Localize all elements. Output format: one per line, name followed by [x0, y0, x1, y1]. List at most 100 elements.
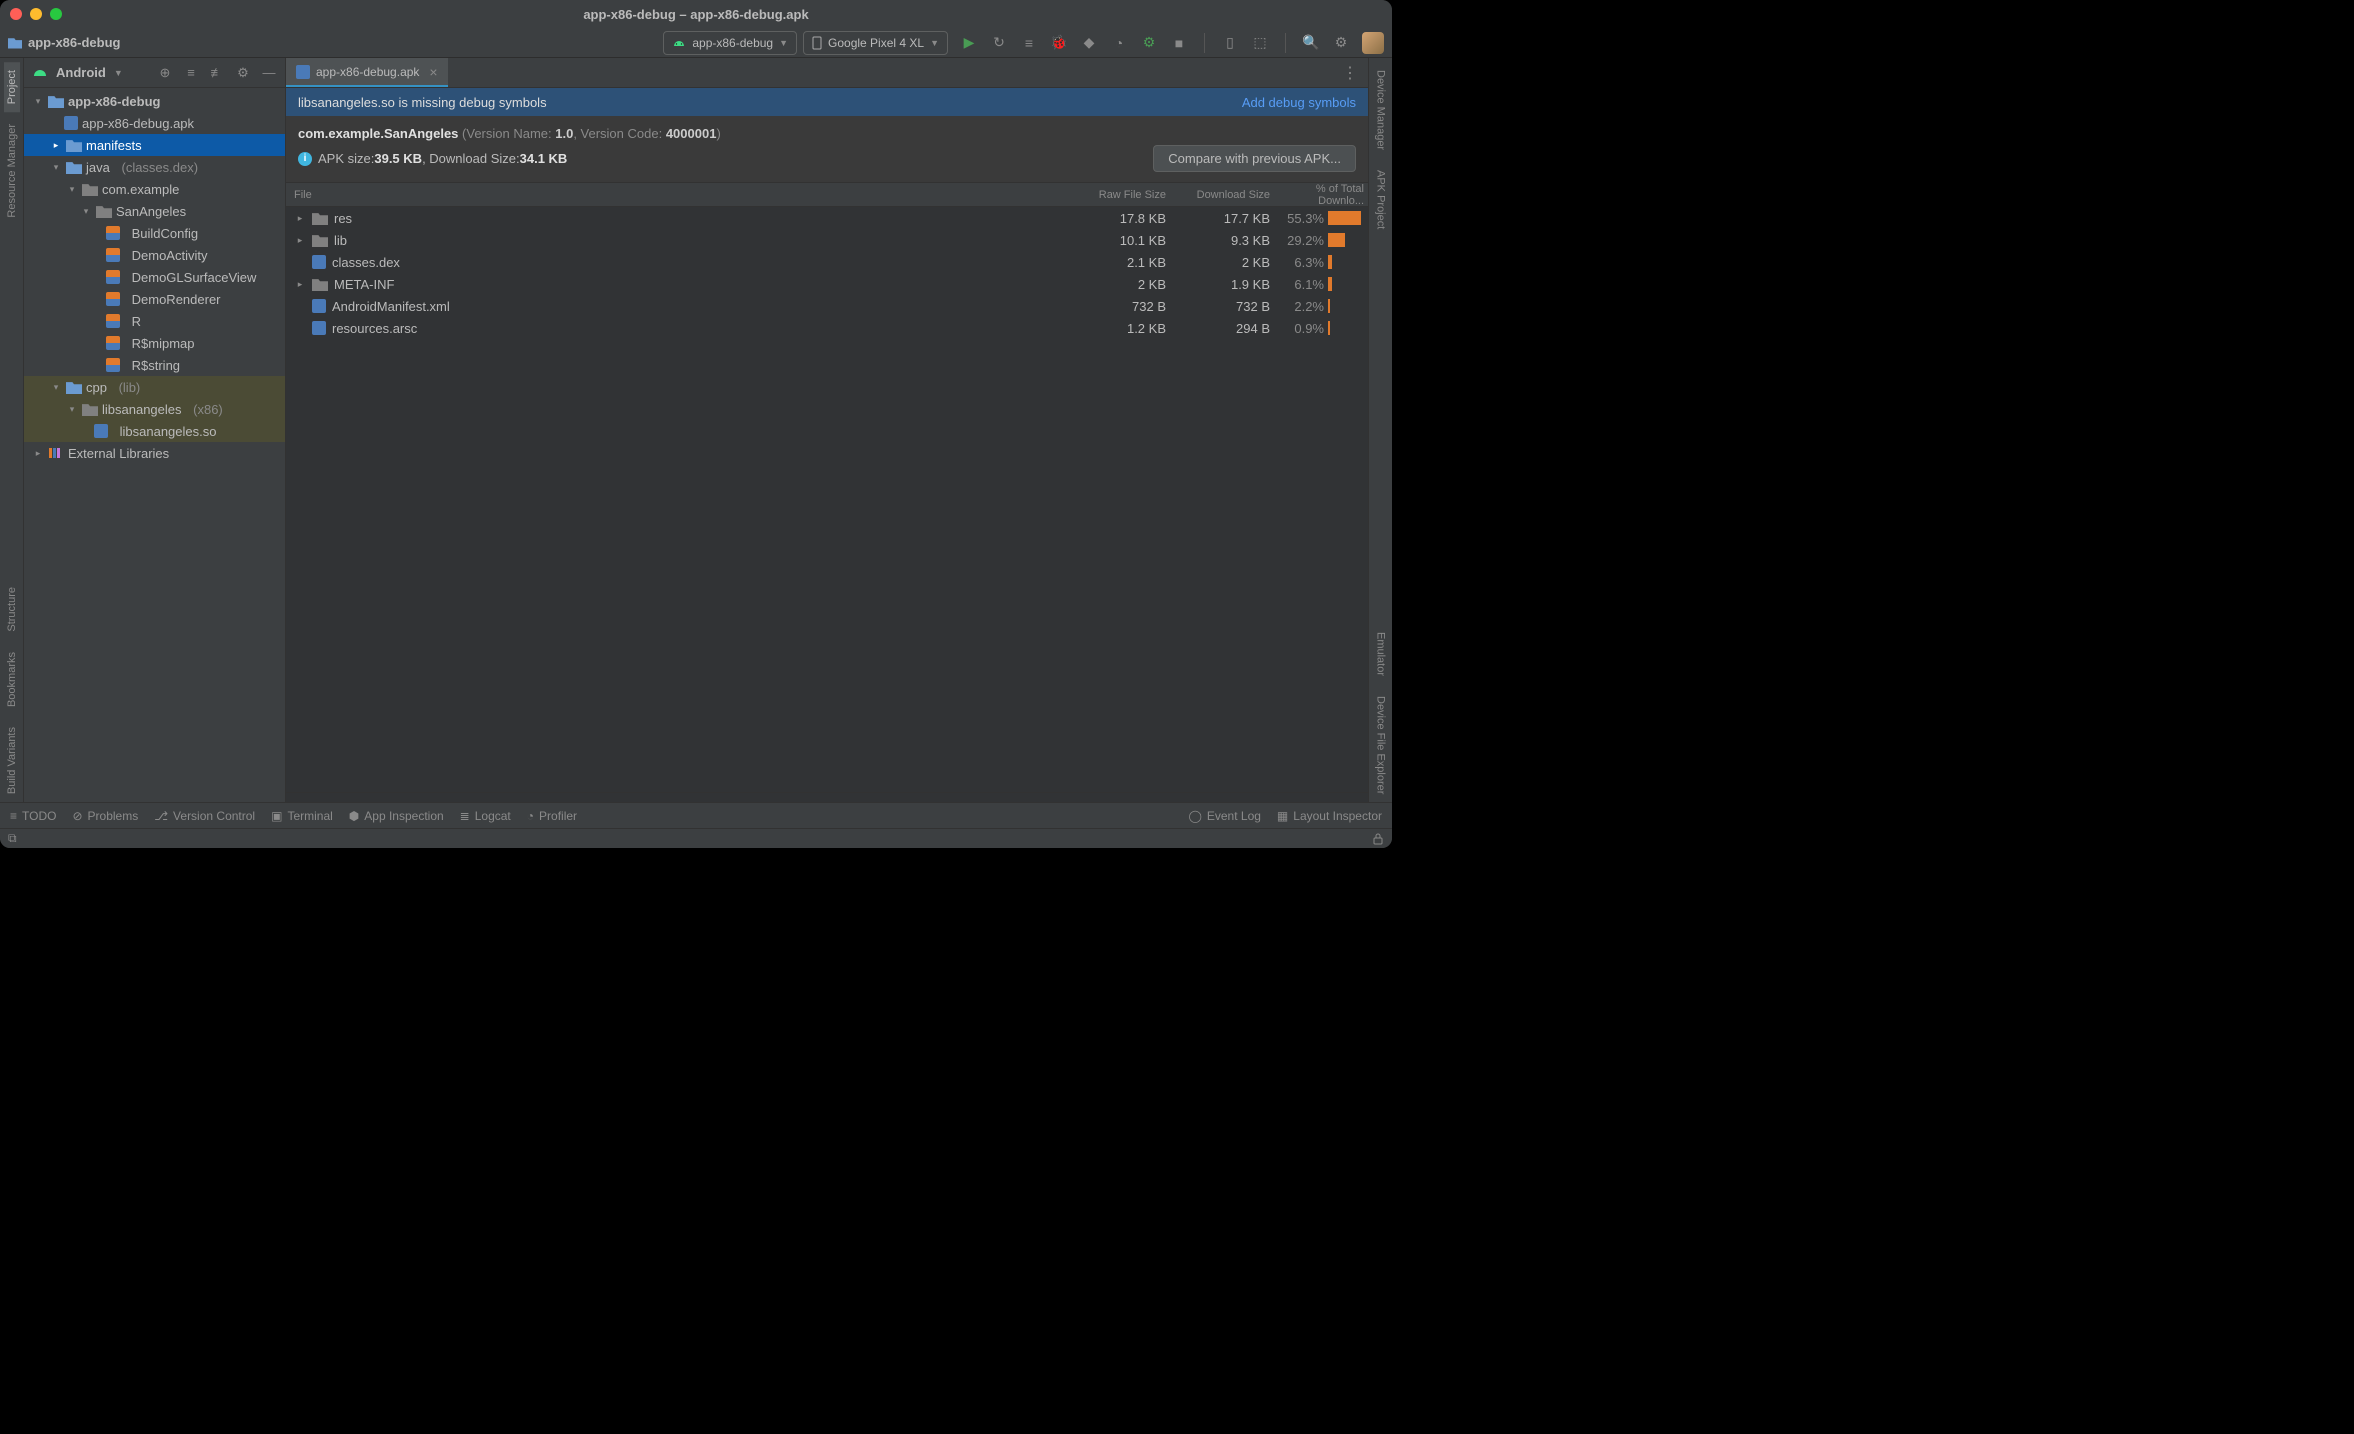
tree-apk[interactable]: app-x86-debug.apk: [24, 112, 285, 134]
resource-manager-tab[interactable]: Resource Manager: [4, 116, 20, 226]
raw-size: 1.2 KB: [1068, 321, 1178, 336]
status-window-icon[interactable]: ⧉: [8, 831, 17, 846]
tree-so-file[interactable]: libsanangeles.so: [24, 420, 285, 442]
tree-cpp[interactable]: ▾cpp (lib): [24, 376, 285, 398]
sync-icon[interactable]: ⬚: [1251, 34, 1269, 52]
table-row[interactable]: AndroidManifest.xml732 B732 B2.2%: [286, 295, 1368, 317]
tree-manifests[interactable]: ▸manifests: [24, 134, 285, 156]
download-size: 17.7 KB: [1178, 211, 1278, 226]
user-avatar[interactable]: [1362, 32, 1384, 54]
tree-root[interactable]: ▾app-x86-debug: [24, 90, 285, 112]
table-row[interactable]: resources.arsc1.2 KB294 B0.9%: [286, 317, 1368, 339]
debug-button[interactable]: 🐞: [1050, 34, 1068, 52]
percent-bar: [1328, 233, 1368, 247]
logcat-tab[interactable]: ≣ Logcat: [460, 809, 511, 823]
device-file-explorer-tab[interactable]: Device File Explorer: [1373, 688, 1389, 802]
chevron-down-icon[interactable]: ▼: [114, 68, 123, 78]
tree-class-folder[interactable]: ▾SanAngeles: [24, 200, 285, 222]
app-inspection-tab[interactable]: ⬢ App Inspection: [349, 809, 444, 823]
tree-class[interactable]: BuildConfig: [24, 222, 285, 244]
close-tab-icon[interactable]: ×: [429, 64, 437, 80]
device-combo[interactable]: Google Pixel 4 XL ▼: [803, 31, 948, 55]
rerun-button[interactable]: ↻: [990, 34, 1008, 52]
tab-menu-icon[interactable]: ⋮: [1332, 58, 1368, 87]
download-size: 2 KB: [1178, 255, 1278, 270]
expand-icon[interactable]: ▸: [294, 213, 306, 224]
percent: 6.1%: [1278, 277, 1328, 292]
table-row[interactable]: ▸lib10.1 KB9.3 KB29.2%: [286, 229, 1368, 251]
table-row[interactable]: ▸META-INF2 KB1.9 KB6.1%: [286, 273, 1368, 295]
breadcrumb[interactable]: app-x86-debug: [8, 35, 120, 50]
target-icon[interactable]: ⊕: [157, 65, 173, 81]
sidebar-mode[interactable]: Android: [56, 65, 106, 80]
table-row[interactable]: classes.dex2.1 KB2 KB6.3%: [286, 251, 1368, 273]
download-size: 1.9 KB: [1178, 277, 1278, 292]
tree-class[interactable]: R$string: [24, 354, 285, 376]
layout-inspector-tab[interactable]: ▦ Layout Inspector: [1277, 809, 1382, 823]
project-tree[interactable]: ▾app-x86-debug app-x86-debug.apk ▸manife…: [24, 88, 285, 802]
run-config-combo[interactable]: app-x86-debug ▼: [663, 31, 797, 55]
lock-icon[interactable]: [1372, 833, 1384, 845]
file-icon: [312, 321, 326, 335]
tree-class[interactable]: DemoRenderer: [24, 288, 285, 310]
add-debug-symbols-link[interactable]: Add debug symbols: [1242, 95, 1356, 110]
todo-tab[interactable]: ≡ TODO: [10, 809, 56, 823]
stop-button[interactable]: ■: [1170, 34, 1188, 52]
profiler-tab[interactable]: ◔ Profiler: [527, 809, 577, 823]
project-sidebar: Android ▼ ⊕ ≡ ≢ ⚙ — ▾app-x86-debug app-x…: [24, 58, 286, 802]
expand-icon[interactable]: ▸: [294, 235, 306, 246]
settings-icon[interactable]: ⚙: [1332, 34, 1350, 52]
editor-area: app-x86-debug.apk × ⋮ libsanangeles.so i…: [286, 58, 1368, 802]
hide-icon[interactable]: —: [261, 65, 277, 81]
collapse-icon[interactable]: ≢: [209, 65, 225, 81]
kotlin-file-icon: [106, 336, 120, 350]
tree-class[interactable]: R$mipmap: [24, 332, 285, 354]
file-name: res: [334, 211, 352, 226]
apk-contents-table: File Raw File Size Download Size % of To…: [286, 183, 1368, 792]
tree-class[interactable]: DemoActivity: [24, 244, 285, 266]
tree-class[interactable]: DemoGLSurfaceView: [24, 266, 285, 288]
project-tab[interactable]: Project: [4, 62, 20, 112]
device-manager-tab[interactable]: Device Manager: [1373, 62, 1389, 158]
col-percent[interactable]: % of Total Downlo...: [1278, 183, 1368, 207]
kotlin-file-icon: [106, 358, 120, 372]
breadcrumb-label: app-x86-debug: [28, 35, 120, 50]
version-control-tab[interactable]: ⎇ Version Control: [154, 809, 255, 823]
device-manager-icon[interactable]: ▯: [1221, 34, 1239, 52]
tree-lib[interactable]: ▾libsanangeles (x86): [24, 398, 285, 420]
run-button[interactable]: ▶: [960, 34, 978, 52]
tree-external-libs[interactable]: ▸External Libraries: [24, 442, 285, 464]
col-download-size[interactable]: Download Size: [1178, 189, 1278, 201]
problems-tab[interactable]: ⊘ Problems: [72, 809, 138, 823]
percent-bar: [1328, 277, 1368, 291]
compare-apk-button[interactable]: Compare with previous APK...: [1153, 145, 1356, 172]
profile-button[interactable]: ◔: [1110, 34, 1128, 52]
kotlin-file-icon: [106, 248, 120, 262]
tree-package[interactable]: ▾com.example: [24, 178, 285, 200]
terminal-tab[interactable]: ▣ Terminal: [271, 809, 333, 823]
build-variants-tab[interactable]: Build Variants: [4, 719, 20, 802]
gear-icon[interactable]: ⚙: [235, 65, 251, 81]
tree-java[interactable]: ▾java (classes.dex): [24, 156, 285, 178]
step-over-icon[interactable]: ≡: [1020, 34, 1038, 52]
table-row[interactable]: ▸res17.8 KB17.7 KB55.3%: [286, 207, 1368, 229]
folder-icon: [312, 211, 328, 225]
attach-debugger-button[interactable]: ⚙: [1140, 34, 1158, 52]
package-icon: [82, 182, 98, 196]
structure-tab[interactable]: Structure: [4, 579, 20, 640]
coverage-button[interactable]: ◆: [1080, 34, 1098, 52]
col-raw-size[interactable]: Raw File Size: [1068, 189, 1178, 201]
emulator-tab[interactable]: Emulator: [1373, 624, 1389, 684]
col-file[interactable]: File: [286, 189, 1068, 201]
search-icon[interactable]: 🔍: [1302, 34, 1320, 52]
expand-icon[interactable]: ≡: [183, 65, 199, 81]
bookmarks-tab[interactable]: Bookmarks: [4, 644, 20, 715]
event-log-tab[interactable]: ◯ Event Log: [1188, 809, 1260, 823]
tree-class[interactable]: R: [24, 310, 285, 332]
apk-project-tab[interactable]: APK Project: [1373, 162, 1389, 237]
expand-icon[interactable]: ▸: [294, 279, 306, 290]
kotlin-file-icon: [106, 314, 120, 328]
editor-tab[interactable]: app-x86-debug.apk ×: [286, 58, 448, 87]
file-name: resources.arsc: [332, 321, 417, 336]
window-title: app-x86-debug – app-x86-debug.apk: [0, 7, 1392, 22]
